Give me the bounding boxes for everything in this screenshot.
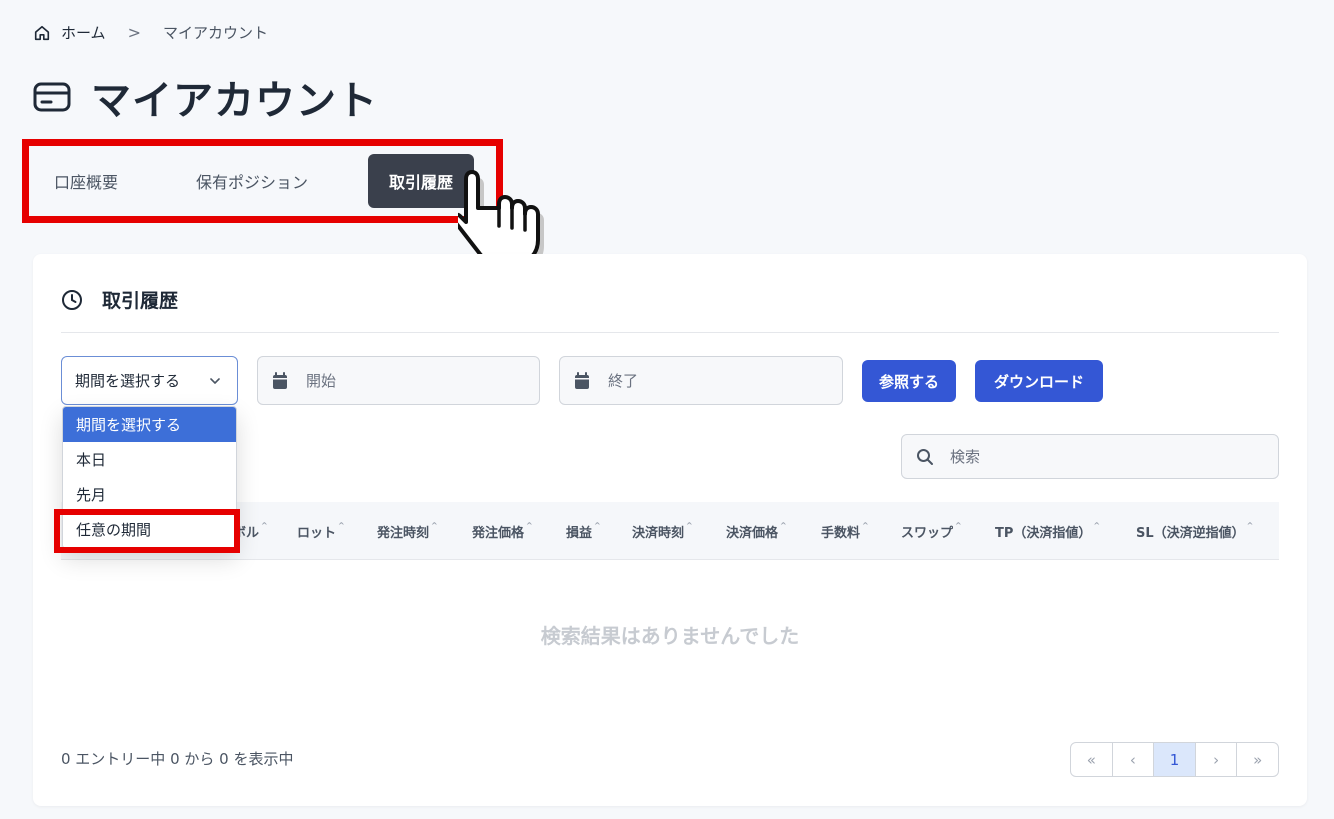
calendar-icon [273, 371, 287, 389]
empty-message: 検索結果はありませんでした [540, 624, 800, 648]
sort-icon: ^ [862, 520, 869, 530]
column-header[interactable]: 発注価格 ^ [472, 502, 533, 560]
period-option-select[interactable]: 期間を選択する [63, 407, 236, 442]
sort-icon: ^ [594, 520, 601, 530]
page-button-current[interactable]: 1 [1154, 743, 1196, 776]
column-header[interactable]: 手数料 ^ [821, 502, 869, 560]
sort-icon: ^ [261, 520, 268, 530]
column-header[interactable]: SL（決済逆指値） ^ [1136, 502, 1253, 560]
column-header[interactable]: 発注時刻 ^ [377, 502, 438, 560]
search-icon [917, 448, 933, 465]
period-select-value: 期間を選択する [75, 372, 181, 390]
period-option-last-month[interactable]: 先月 [63, 477, 236, 512]
breadcrumb: ホーム > マイアカウント [33, 22, 268, 43]
entries-info: 0 エントリー中 0 から 0 を表示中 [61, 750, 294, 768]
first-page-button[interactable]: « [1071, 743, 1113, 776]
start-date-placeholder: 開始 [306, 372, 337, 390]
column-header[interactable]: ロット ^ [297, 502, 345, 560]
chevron-down-icon [210, 378, 220, 384]
download-button[interactable]: ダウンロード [975, 360, 1103, 402]
column-header[interactable]: 決済価格 ^ [726, 502, 787, 560]
start-date-input[interactable]: 開始 [257, 356, 540, 405]
breadcrumb-separator: > [127, 23, 141, 42]
home-icon[interactable] [33, 24, 51, 42]
column-header[interactable]: 損益 ^ [566, 502, 601, 560]
column-header[interactable]: スワップ ^ [901, 502, 962, 560]
breadcrumb-home-link[interactable]: ホーム [61, 22, 106, 43]
table-header: ボル ^ ロット ^ 発注時刻 ^ 発注価格 ^ 損益 ^ 決済時刻 ^ 決済価格 ^ 手数料… [61, 502, 1279, 560]
sort-icon: ^ [1246, 520, 1254, 530]
sort-icon: ^ [780, 520, 787, 530]
tabs-highlight-box [22, 139, 503, 223]
calendar-icon [575, 371, 589, 389]
clock-icon [62, 289, 82, 310]
card-header: 取引履歴 [61, 286, 178, 313]
page-header: マイアカウント [33, 68, 378, 126]
column-header[interactable]: TP（決済指値） ^ [995, 502, 1100, 560]
search-placeholder: 検索 [950, 448, 981, 466]
sort-icon: ^ [1093, 520, 1101, 530]
search-input[interactable]: 検索 [901, 434, 1279, 479]
sort-icon: ^ [431, 520, 438, 530]
pagination: « ‹ 1 › » [1070, 742, 1279, 777]
sort-icon: ^ [686, 520, 693, 530]
period-option-today[interactable]: 本日 [63, 442, 236, 477]
sort-icon: ^ [526, 520, 533, 530]
end-date-placeholder: 終了 [608, 372, 639, 390]
pointer-hand-icon [458, 170, 544, 268]
card-icon [33, 82, 71, 112]
period-select[interactable]: 期間を選択する [61, 356, 238, 405]
option-highlight-box [54, 509, 240, 553]
page-title: マイアカウント [91, 78, 378, 124]
column-header[interactable]: 決済時刻 ^ [632, 502, 693, 560]
next-page-button[interactable]: › [1196, 743, 1238, 776]
divider [61, 332, 1279, 333]
sort-icon: ^ [955, 520, 962, 530]
prev-page-button[interactable]: ‹ [1113, 743, 1155, 776]
reference-button[interactable]: 参照する [862, 360, 956, 402]
last-page-button[interactable]: » [1237, 743, 1278, 776]
sort-icon: ^ [338, 520, 345, 530]
breadcrumb-current: マイアカウント [162, 24, 268, 42]
end-date-input[interactable]: 終了 [559, 356, 843, 405]
section-title: 取引履歴 [102, 290, 179, 312]
